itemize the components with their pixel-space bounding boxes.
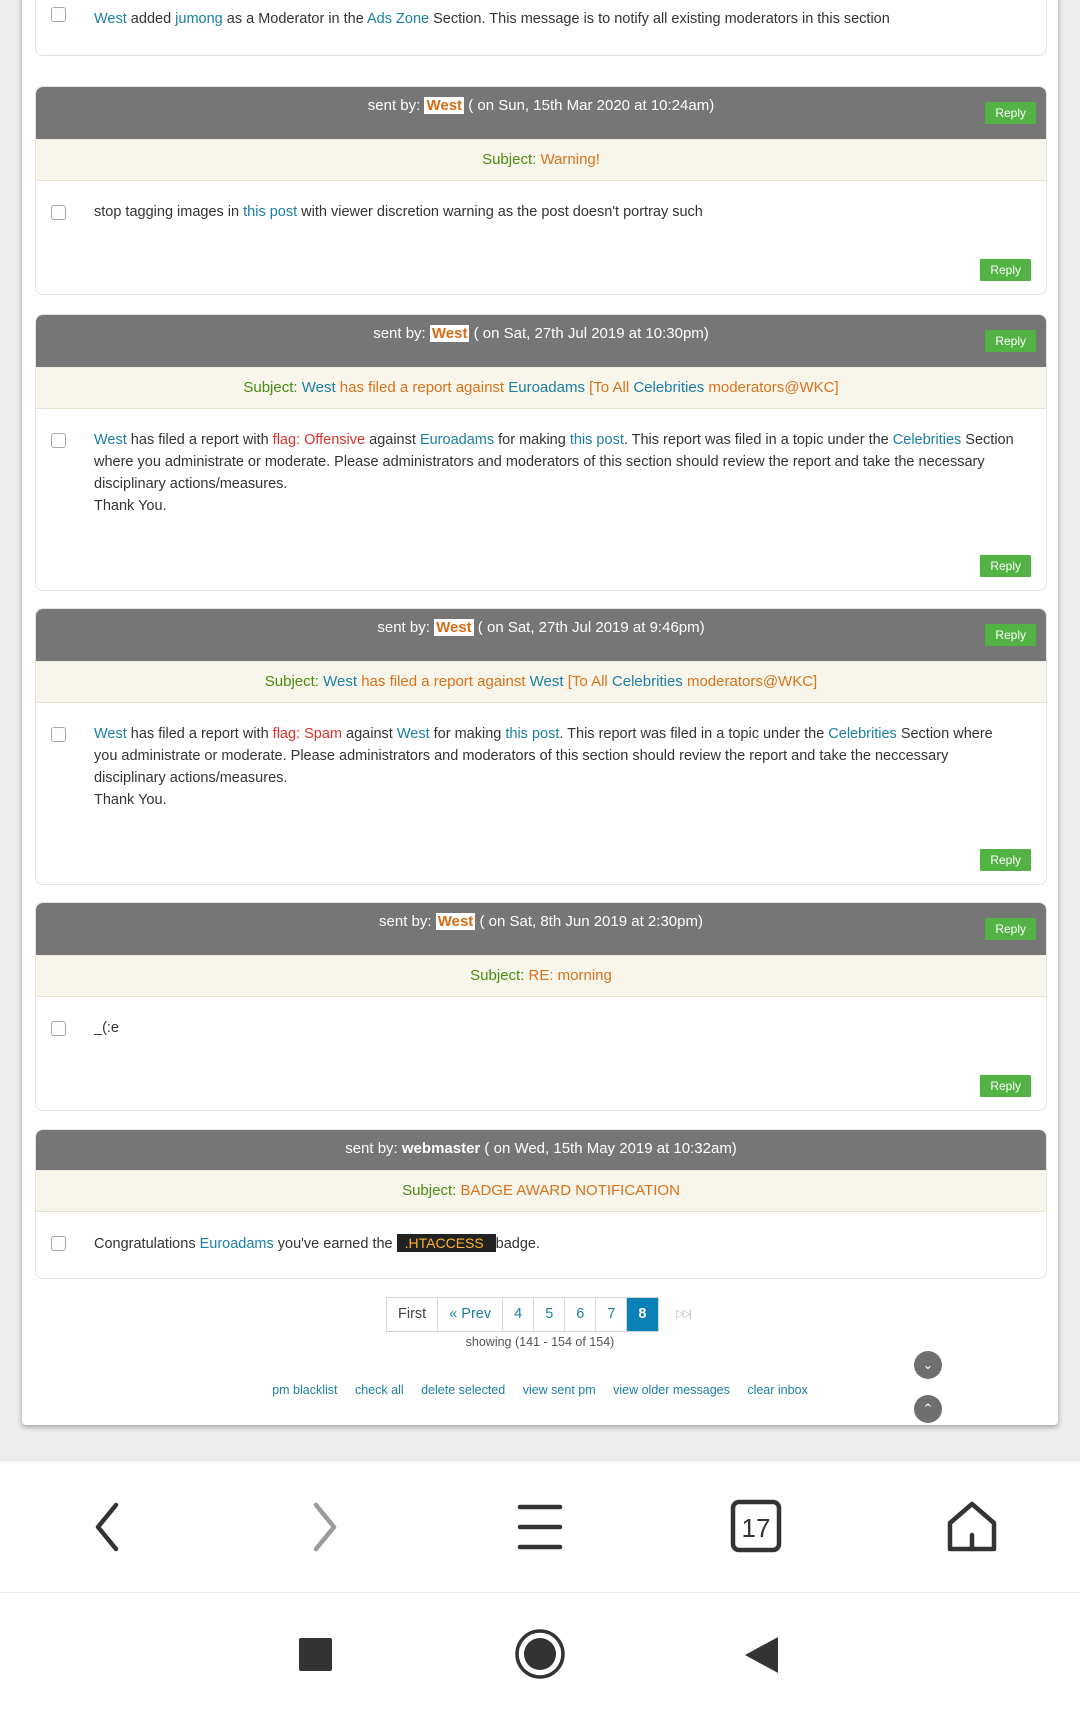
reply-button[interactable]: Reply [985, 102, 1036, 124]
page-prev-button[interactable]: « Prev [438, 1298, 504, 1331]
pm-blacklist-link[interactable]: pm blacklist [272, 1383, 337, 1397]
scroll-down-icon[interactable]: ⌄ [914, 1351, 942, 1379]
reply-button[interactable]: Reply [985, 624, 1036, 646]
message-body: West added jumong as a Moderator in the … [36, 0, 1046, 30]
reply-button[interactable]: Reply [985, 330, 1036, 352]
home-icon[interactable] [942, 1499, 1002, 1555]
user-link[interactable]: West [397, 726, 430, 742]
message-card: sent by: West ( on Sat, 8th Jun 2019 at … [35, 902, 1047, 1111]
subject-bar: Subject: West has filed a report against… [36, 661, 1046, 703]
sender-name[interactable]: West [424, 97, 465, 114]
back-icon[interactable] [78, 1499, 138, 1555]
forward-icon[interactable] [294, 1499, 354, 1555]
message-body: stop tagging images in this post with vi… [36, 181, 1046, 223]
page-first-button[interactable]: First [387, 1298, 439, 1331]
browser-toolbar: 17 [0, 1460, 1080, 1593]
message-body: West has filed a report with flag: Offen… [36, 409, 1046, 517]
showing-count: showing (141 - 154 of 154) [465, 1335, 615, 1349]
user-link[interactable]: West [94, 11, 127, 27]
user-link[interactable]: West [94, 726, 127, 742]
select-checkbox[interactable] [51, 1021, 66, 1036]
user-link[interactable]: Euroadams [200, 1236, 274, 1252]
reply-button[interactable]: Reply [980, 259, 1031, 281]
delete-selected-link[interactable]: delete selected [421, 1383, 505, 1397]
sender-name[interactable]: West [429, 325, 470, 342]
tabs-icon[interactable]: 17 [726, 1499, 786, 1555]
message-card: sent by: West ( on Sat, 27th Jul 2019 at… [35, 314, 1047, 591]
select-checkbox[interactable] [51, 1236, 66, 1251]
recents-icon[interactable] [299, 1638, 332, 1671]
section-link[interactable]: Celebrities [612, 673, 683, 690]
message-card-top: West added jumong as a Moderator in the … [35, 0, 1047, 56]
sender-name[interactable]: West [434, 619, 474, 636]
flag-label: flag: Offensive [272, 432, 366, 448]
user-link[interactable]: Euroadams [508, 379, 585, 396]
message-header: sent by: West ( on Sat, 27th Jul 2019 at… [36, 609, 1046, 661]
post-link[interactable]: this post [243, 204, 297, 220]
post-link[interactable]: this post [570, 432, 624, 448]
check-all-link[interactable]: check all [355, 1383, 404, 1397]
page-7-button[interactable]: 7 [596, 1298, 628, 1331]
subject-bar: Subject: Warning! [36, 139, 1046, 181]
back-triangle-icon[interactable] [742, 1635, 782, 1675]
message-card: sent by: West ( on Sun, 15th Mar 2020 at… [35, 86, 1047, 295]
post-link[interactable]: this post [505, 726, 559, 742]
message-header: sent by: West ( on Sat, 8th Jun 2019 at … [36, 903, 1046, 955]
message-card: sent by: webmaster ( on Wed, 15th May 20… [35, 1129, 1047, 1279]
subject-bar: Subject: RE: morning [36, 955, 1046, 997]
view-sent-pm-link[interactable]: view sent pm [523, 1383, 596, 1397]
reply-button[interactable]: Reply [980, 555, 1031, 577]
select-checkbox[interactable] [51, 205, 66, 220]
message-header: sent by: webmaster ( on Wed, 15th May 20… [36, 1130, 1046, 1170]
message-header: sent by: West ( on Sat, 27th Jul 2019 at… [36, 315, 1046, 367]
tab-count: 17 [742, 1513, 771, 1543]
user-link[interactable]: West [94, 432, 127, 448]
section-link[interactable]: Celebrities [828, 726, 897, 742]
section-link[interactable]: Celebrities [633, 379, 704, 396]
sender-name[interactable]: webmaster [402, 1140, 480, 1157]
subject-bar: Subject: BADGE AWARD NOTIFICATION [36, 1170, 1046, 1212]
select-checkbox[interactable] [51, 7, 66, 22]
reply-button[interactable]: Reply [980, 1075, 1031, 1097]
subject-text: RE: morning [528, 967, 612, 984]
clear-inbox-link[interactable]: clear inbox [747, 1383, 807, 1397]
page-8-button[interactable]: 8 [627, 1298, 658, 1331]
user-link[interactable]: West [530, 673, 564, 690]
inbox-card: West added jumong as a Moderator in the … [22, 0, 1058, 1425]
select-checkbox[interactable] [51, 727, 66, 742]
page-4-button[interactable]: 4 [503, 1298, 535, 1331]
menu-icon[interactable] [510, 1499, 570, 1555]
message-body: _(:e [36, 997, 1046, 1039]
message-body: Congratulations Euroadams you've earned … [36, 1212, 1046, 1255]
section-link[interactable]: Ads Zone [367, 11, 429, 27]
select-checkbox[interactable] [51, 433, 66, 448]
subject-text: Warning! [540, 151, 600, 168]
page-5-button[interactable]: 5 [534, 1298, 566, 1331]
badge-label: .HTACCESS [396, 1234, 496, 1252]
pagination: First « Prev 4 5 6 7 8 [386, 1297, 659, 1332]
scroll-up-icon[interactable]: ⌃ [914, 1395, 942, 1423]
reply-button[interactable]: Reply [980, 849, 1031, 871]
message-card: sent by: West ( on Sat, 27th Jul 2019 at… [35, 608, 1047, 885]
page-6-button[interactable]: 6 [565, 1298, 597, 1331]
message-body: West has filed a report with flag: Spam … [36, 703, 1046, 811]
user-link[interactable]: jumong [175, 11, 223, 27]
message-header: sent by: West ( on Sun, 15th Mar 2020 at… [36, 87, 1046, 139]
subject-bar: Subject: West has filed a report against… [36, 367, 1046, 409]
reply-button[interactable]: Reply [985, 918, 1036, 940]
home-circle-icon[interactable] [514, 1628, 566, 1680]
page-last-icon[interactable]: ▷▷| [676, 1307, 692, 1320]
section-link[interactable]: Celebrities [893, 432, 962, 448]
system-nav-bar [0, 1592, 1080, 1722]
subject-text: BADGE AWARD NOTIFICATION [460, 1182, 680, 1199]
user-link[interactable]: West [323, 673, 357, 690]
inbox-actions: pm blacklist check all delete selected v… [0, 1383, 1080, 1397]
user-link[interactable]: West [302, 379, 336, 396]
flag-label: flag: Spam [272, 726, 342, 742]
user-link[interactable]: Euroadams [420, 432, 494, 448]
sender-name[interactable]: West [435, 913, 476, 930]
view-older-messages-link[interactable]: view older messages [613, 1383, 730, 1397]
